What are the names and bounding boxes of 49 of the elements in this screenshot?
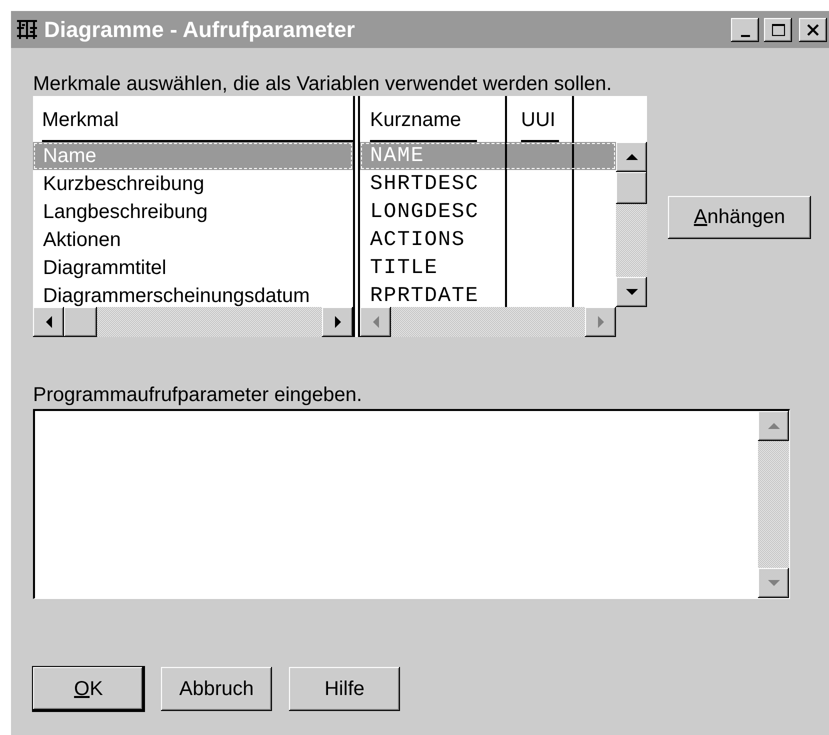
table-cell-text: TITLE <box>369 256 440 282</box>
arrow-down-icon <box>768 580 780 586</box>
arrow-left-icon <box>46 316 52 328</box>
arrow-right-icon <box>334 316 340 328</box>
scroll-thumb[interactable] <box>616 172 647 204</box>
scroll-up-button[interactable] <box>616 142 647 172</box>
close-button[interactable] <box>799 18 827 42</box>
app-icon <box>15 18 39 42</box>
arrow-left-icon <box>372 316 378 328</box>
table-cell-text: LONGDESC <box>369 200 480 226</box>
parameters-field[interactable] <box>33 409 790 599</box>
scroll-left-button[interactable] <box>360 307 391 337</box>
dialog-button[interactable]: Hilfe <box>289 667 400 711</box>
parameters-label: Programmaufrufparameter eingeben. <box>33 383 364 407</box>
maximize-button[interactable] <box>764 18 792 42</box>
arrow-down-icon <box>626 289 638 295</box>
table-cell-text: NAME <box>369 144 426 170</box>
horizontal-scrollbar[interactable] <box>33 307 353 337</box>
minimize-icon <box>740 34 750 36</box>
close-icon <box>807 24 819 36</box>
minimize-button[interactable] <box>731 18 759 42</box>
scroll-thumb[interactable] <box>64 307 97 337</box>
maximize-icon <box>772 24 784 36</box>
table-cell-text: Aktionen <box>42 228 121 252</box>
table-cell-text: ACTIONS <box>369 228 466 254</box>
arrow-up-icon <box>768 423 780 429</box>
arrow-up-icon <box>626 154 638 160</box>
table-cell-text: RPRTDATE <box>369 284 480 307</box>
horizontal-scrollbar[interactable] <box>360 307 616 337</box>
dialog-button[interactable]: OK <box>33 667 144 711</box>
vertical-scrollbar[interactable] <box>758 411 789 598</box>
instruction-label: Merkmale auswählen, die als Variablen verwendet werden sollen. <box>33 72 613 96</box>
table-cell-text: Kurzbeschreibung <box>42 172 204 196</box>
window-title: Diagramme - Aufrufparameter <box>44 16 356 42</box>
append-button[interactable]: Anhängen <box>668 196 811 239</box>
table-cell-text: Name <box>42 144 96 168</box>
table-cell-text: SHRTDESC <box>369 172 480 198</box>
arrow-right-icon <box>598 316 604 328</box>
scroll-right-button[interactable] <box>322 307 353 337</box>
table-cell-text: Diagrammerscheinungsdatum <box>42 284 310 307</box>
table-cell-text: Langbeschreibung <box>42 200 208 224</box>
scroll-down-button[interactable] <box>616 277 647 307</box>
dialog-button[interactable]: Abbruch <box>161 667 272 711</box>
table-cell-text: Diagrammtitel <box>42 256 166 280</box>
scroll-down-button[interactable] <box>758 568 789 598</box>
scroll-left-button[interactable] <box>33 307 64 337</box>
vertical-scrollbar[interactable] <box>616 142 647 307</box>
scroll-up-button[interactable] <box>758 411 789 441</box>
scroll-right-button[interactable] <box>585 307 616 337</box>
